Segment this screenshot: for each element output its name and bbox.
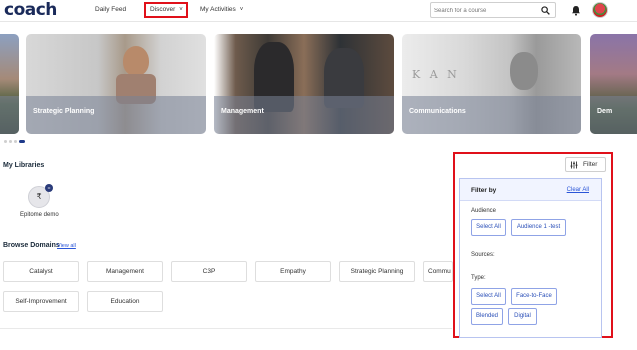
filter-header: Filter by Clear All [460,179,601,201]
sliders-icon [570,161,578,169]
domain-chip[interactable]: C3P [171,261,247,282]
nav-my-activities-label: My Activities [200,6,236,13]
domain-chip[interactable]: Education [87,291,163,312]
type-option-blended[interactable]: Blended [471,308,503,325]
domain-chip[interactable]: Catalyst [3,261,79,282]
carousel-card[interactable] [0,34,19,134]
filter-button[interactable]: Filter [565,157,606,172]
sources-label: Sources: [471,252,495,258]
nav-daily-feed[interactable]: Daily Feed [95,6,126,13]
domain-chip[interactable]: Self-Improvement [3,291,79,312]
decor-letters: K A N [412,68,460,81]
carousel-card-strategic-planning[interactable]: Strategic Planning [26,34,206,134]
view-all-link[interactable]: View all [57,243,76,249]
type-option-digital[interactable]: Digital [508,308,537,325]
card-label: Communications [409,108,466,115]
domain-chip[interactable]: Strategic Planning [339,261,415,282]
nav-my-activities[interactable]: My Activities ˅ [200,6,243,13]
nav-discover-label: Discover [150,6,176,13]
robot-image [123,46,149,76]
card-label: Strategic Planning [33,108,95,115]
library-name[interactable]: Epitome demo [20,212,59,218]
domain-chip[interactable]: Empathy [255,261,331,282]
card-label-bar [590,96,637,134]
library-badge: •• [45,184,53,192]
clear-all-link[interactable]: Clear All [567,187,589,193]
carousel-dot[interactable] [14,140,17,143]
carousel-card-partial[interactable]: Dem [590,34,637,134]
audience-select-all[interactable]: Select All [471,219,506,236]
nav-discover[interactable]: Discover ˅ [150,6,183,13]
audience-option[interactable]: Audience 1 -test [511,219,566,236]
carousel-dot-active[interactable] [19,140,25,143]
carousel-card-communications[interactable]: K A N Communications [402,34,581,134]
domain-chip[interactable]: Commu [423,261,453,282]
filter-panel: Filter by Clear All Audience Select All … [459,178,602,338]
filter-by-title: Filter by [471,187,497,194]
chevron-down-icon: ˅ [239,7,244,13]
type-option-face-to-face[interactable]: Face-to-Face [511,288,557,305]
user-avatar[interactable] [592,2,608,18]
coach-logo[interactable]: coach [4,0,57,20]
audience-label: Audience [471,208,497,214]
filter-button-label: Filter [583,161,598,168]
search-icon[interactable] [541,6,550,15]
card-label-bar [402,96,581,134]
bell-icon[interactable] [571,5,581,16]
type-select-all[interactable]: Select All [471,288,506,305]
carousel-card-management[interactable]: Management [214,34,394,134]
type-label: Type: [471,275,486,281]
libraries-title: My Libraries [3,162,45,169]
carousel-dot[interactable] [4,140,7,143]
divider [0,328,452,329]
domain-chip[interactable]: Management [87,261,163,282]
carousel-dot[interactable] [9,140,12,143]
search-input[interactable] [434,5,534,16]
card-label-bar [214,96,394,134]
card-label-bar [26,96,206,134]
search-box [430,2,556,18]
face-image [510,52,538,90]
top-navbar: coach Daily Feed Discover ˅ My Activities… [0,0,637,22]
card-label: Dem [597,108,613,115]
chevron-down-icon: ˅ [179,7,183,13]
card-label: Management [221,108,264,115]
card-label-bar [0,96,19,134]
domains-title: Browse Domains [3,242,60,249]
